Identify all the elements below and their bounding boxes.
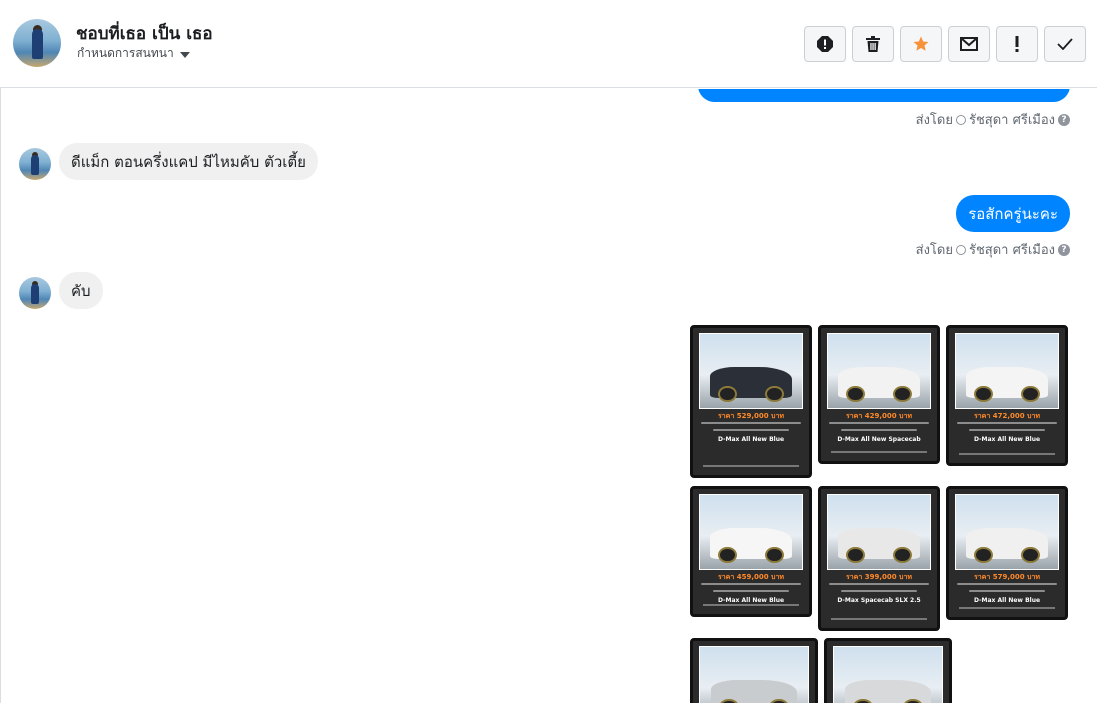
check-icon (1057, 38, 1073, 50)
wheel-shape (846, 385, 865, 403)
agent-name[interactable]: รัชสุดา ศรีเมือง (969, 239, 1055, 260)
wheel-shape (765, 385, 784, 403)
car-image-card[interactable] (824, 638, 952, 703)
detail-line (957, 583, 1057, 585)
star-button[interactable] (900, 26, 942, 62)
status-icon (955, 114, 966, 125)
car-image-card[interactable]: ราคา 529,000 บาท D-Max All New Blue (690, 325, 812, 478)
car-price: ราคา 399,000 บาท (845, 573, 913, 581)
spam-button[interactable] (996, 26, 1038, 62)
car-model: D-Max All New Spacecab (837, 436, 921, 443)
assign-conversation-dropdown[interactable]: กำหนดการสนทนา (77, 44, 190, 63)
footer-line (831, 451, 927, 453)
report-button[interactable] (804, 26, 846, 62)
sender-avatar (19, 148, 51, 180)
exclamation-icon (1015, 36, 1019, 52)
car-price: ราคา 429,000 บาท (845, 412, 913, 420)
wheel-shape (893, 385, 912, 403)
car-model: D-Max Spacecab SLX 2.5 (837, 597, 921, 604)
car-model: D-Max All New Blue (973, 597, 1041, 604)
wheel-shape (974, 385, 993, 403)
conversation-header: ชอบที่เธอ เป็น เธอ กำหนดการสนทนา (0, 0, 1097, 88)
car-price: ราคา 579,000 บาท (973, 573, 1041, 581)
agent-name[interactable]: รัชสุดา ศรีเมือง (969, 109, 1055, 130)
trash-icon (866, 36, 880, 52)
delete-button[interactable] (852, 26, 894, 62)
car-image-card[interactable]: ราคา 459,000 บาท D-Max All New Blue (690, 486, 812, 617)
car-photo (699, 494, 803, 570)
car-image-card[interactable]: ราคา 579,000 บาท D-Max All New Blue (946, 486, 1068, 620)
wheel-shape (974, 546, 993, 564)
car-image-card[interactable]: ราคา 429,000 บาท D-Max All New Spacecab (818, 325, 940, 464)
sent-by-label: ส่งโดย (915, 243, 953, 258)
car-model: D-Max All New Blue (973, 436, 1041, 443)
detail-line (969, 429, 1045, 431)
wheel-shape (765, 546, 784, 564)
sent-by-line: ส่งโดย รัชสุดา ศรีเมือง ? (916, 239, 1070, 260)
assign-conversation-label: กำหนดการสนทนา (77, 46, 174, 60)
sent-by-label: ส่งโดย (915, 113, 953, 128)
car-image-card[interactable]: ราคา 399,000 บาท D-Max Spacecab SLX 2.5 (818, 486, 940, 631)
wheel-shape (1021, 546, 1040, 564)
detail-line (841, 429, 917, 431)
status-icon (955, 244, 966, 255)
detail-line (841, 590, 917, 592)
contact-avatar[interactable] (13, 19, 61, 67)
detail-line (829, 583, 929, 585)
car-model: D-Max All New Blue (717, 597, 785, 604)
sender-avatar (19, 277, 51, 309)
car-model: D-Max All New Blue (717, 436, 785, 443)
mark-done-button[interactable] (1044, 26, 1086, 62)
car-photo (699, 646, 809, 703)
envelope-icon (960, 37, 978, 51)
car-photo (833, 646, 943, 703)
report-icon (817, 36, 833, 52)
message-list[interactable]: ส่งโดย รัชสุดา ศรีเมือง ? ดีแม็ก ตอนครึ่… (0, 89, 1097, 703)
help-icon[interactable]: ? (1058, 243, 1070, 256)
footer-line (703, 604, 799, 606)
outgoing-message-cut (698, 89, 1070, 102)
detail-line (701, 422, 801, 424)
wheel-shape (718, 546, 737, 564)
incoming-message: ดีแม็ก ตอนครึ่งแคป มีไหมคับ ตัวเตี้ย (59, 143, 318, 180)
conversation-toolbar (804, 26, 1086, 62)
incoming-message: คับ (59, 272, 103, 309)
car-image-card[interactable]: ราคา 472,000 บาท D-Max All New Blue (946, 325, 1068, 466)
detail-line (701, 583, 801, 585)
footer-line (703, 465, 799, 467)
wheel-shape (718, 385, 737, 403)
car-photo (827, 494, 931, 570)
car-price: ราคา 472,000 บาท (973, 412, 1041, 420)
star-icon (913, 36, 929, 51)
detail-line (713, 590, 789, 592)
wheel-shape (846, 546, 865, 564)
detail-line (829, 422, 929, 424)
detail-line (969, 590, 1045, 592)
detail-line (957, 422, 1057, 424)
wheel-shape (893, 546, 912, 564)
car-photo (955, 333, 1059, 409)
car-photo (699, 333, 803, 409)
outgoing-message: รอสักครู่นะคะ (956, 195, 1070, 232)
help-icon[interactable]: ? (1058, 113, 1070, 126)
sent-by-line: ส่งโดย รัชสุดา ศรีเมือง ? (916, 109, 1070, 130)
footer-line (959, 607, 1055, 609)
car-price: ราคา 459,000 บาท (717, 573, 785, 581)
car-image-card[interactable] (690, 638, 818, 703)
car-photo (827, 333, 931, 409)
caret-down-icon (179, 51, 190, 58)
detail-line (713, 429, 789, 431)
mark-unread-button[interactable] (948, 26, 990, 62)
wheel-shape (1021, 385, 1040, 403)
car-photo (955, 494, 1059, 570)
car-price: ราคา 529,000 บาท (717, 412, 785, 420)
footer-line (959, 453, 1055, 455)
footer-line (831, 618, 927, 620)
contact-name[interactable]: ชอบที่เธอ เป็น เธอ (76, 20, 213, 47)
